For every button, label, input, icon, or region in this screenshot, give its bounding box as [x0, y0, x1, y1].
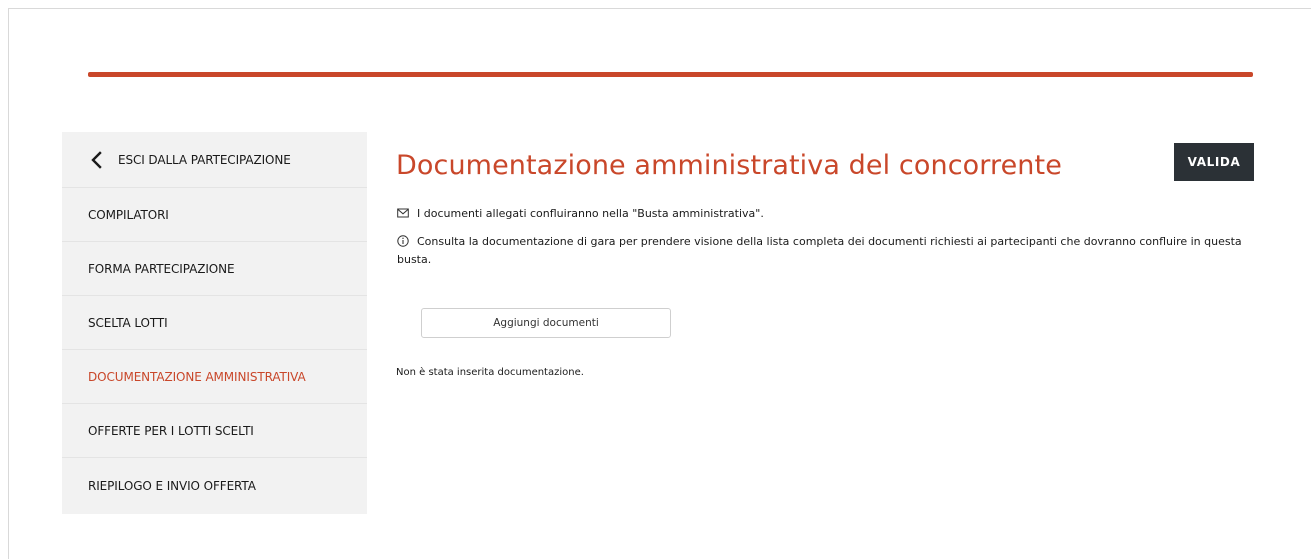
- sidebar-item-label: RIEPILOGO E INVIO OFFERTA: [88, 479, 256, 493]
- sidebar-item-label: SCELTA LOTTI: [88, 315, 168, 330]
- add-documents-button[interactable]: Aggiungi documenti: [421, 308, 671, 338]
- sidebar-item-label: FORMA PARTECIPAZIONE: [88, 261, 235, 276]
- sidebar-item-label: OFFERTE PER I LOTTI SCELTI: [88, 423, 254, 438]
- circle-info-text: Consulta la documentazione di gara per p…: [397, 235, 1242, 266]
- sidebar-item-label: DOCUMENTAZIONE AMMINISTRATIVA: [88, 369, 306, 384]
- sidebar-item-riepilogo-invio[interactable]: RIEPILOGO E INVIO OFFERTA: [62, 458, 367, 514]
- sidebar-item-forma-partecipazione[interactable]: FORMA PARTECIPAZIONE: [62, 242, 367, 296]
- sidebar-item-offerte-lotti[interactable]: OFFERTE PER I LOTTI SCELTI: [62, 404, 367, 458]
- envelope-icon: [397, 208, 409, 218]
- page-title: Documentazione amministrativa del concor…: [396, 150, 1062, 181]
- valida-button[interactable]: VALIDA: [1174, 143, 1254, 181]
- exit-participation-link[interactable]: ESCI DALLA PARTECIPAZIONE: [62, 132, 367, 188]
- sidebar-item-label: COMPILATORI: [88, 207, 169, 222]
- sidebar-item-scelta-lotti[interactable]: SCELTA LOTTI: [62, 296, 367, 350]
- circle-info-note: Consulta la documentazione di gara per p…: [397, 233, 1262, 269]
- chevron-left-icon: [91, 150, 102, 169]
- sidebar: ESCI DALLA PARTECIPAZIONE COMPILATORI FO…: [62, 132, 367, 514]
- exit-participation-label: ESCI DALLA PARTECIPAZIONE: [118, 152, 291, 167]
- header-accent-bar: [88, 72, 1253, 77]
- empty-documents-message: Non è stata inserita documentazione.: [396, 367, 584, 378]
- info-circle-icon: [397, 235, 409, 247]
- envelope-info-note: I documenti allegati confluiranno nella …: [397, 205, 764, 223]
- sidebar-item-documentazione-amministrativa[interactable]: DOCUMENTAZIONE AMMINISTRATIVA: [62, 350, 367, 404]
- envelope-info-text: I documenti allegati confluiranno nella …: [417, 207, 764, 220]
- sidebar-item-compilatori[interactable]: COMPILATORI: [62, 188, 367, 242]
